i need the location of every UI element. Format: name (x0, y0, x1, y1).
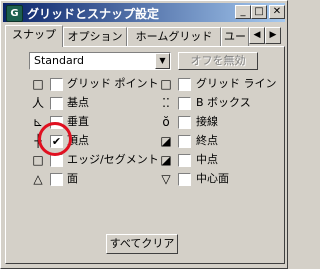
vertex-checkbox[interactable]: ✔ (50, 135, 63, 148)
grid-points-label: グリッド ポイント (67, 77, 159, 90)
center-face-label: 中心面 (196, 172, 229, 185)
pivot-checkbox[interactable] (50, 97, 63, 110)
close-button[interactable]: ✕ (269, 5, 285, 19)
snaps-dialog-window: G グリッドとスナップ設定 _ □ ✕ スナップ オプション ホームグリッド ユ… (0, 0, 288, 269)
window-title: グリッドとスナップ設定 (27, 7, 160, 21)
grid-lines-icon: □ (160, 77, 172, 91)
tab-home-grid[interactable]: ホームグリッド (127, 27, 221, 46)
midpoint-checkbox[interactable] (178, 154, 191, 167)
endpoint-label: 終点 (196, 134, 218, 147)
bounding-box-label: B ボックス (196, 96, 251, 109)
snap-type-select[interactable]: Standard ▼ (29, 52, 171, 70)
tab-scroll-left-icon[interactable]: ◀ (249, 27, 265, 44)
tab-scroll-right-icon[interactable]: ▶ (265, 27, 281, 44)
grid-lines-label: グリッド ライン (196, 77, 277, 90)
app-icon: G (6, 5, 23, 22)
tangent-icon: ŏ (162, 115, 170, 129)
center-face-icon: ▽ (161, 172, 171, 186)
pivot-icon: 人 (31, 96, 44, 110)
tab-user-grids[interactable]: ユー (221, 27, 249, 46)
grid-lines-checkbox[interactable] (178, 78, 191, 91)
tangent-label: 接線 (196, 115, 218, 128)
maximize-button[interactable]: □ (251, 5, 267, 19)
edge-segment-checkbox[interactable] (50, 154, 63, 167)
endpoint-checkbox[interactable] (178, 135, 191, 148)
face-icon: △ (33, 172, 43, 186)
minimize-button[interactable]: _ (235, 5, 251, 19)
vertex-label: 頂点 (67, 134, 89, 147)
snap-type-value: Standard (34, 54, 85, 67)
override-off-button[interactable]: オフを無効 (178, 52, 258, 70)
clear-all-button[interactable]: すべてクリア (106, 234, 178, 254)
perpendicular-icon: ⊾ (32, 115, 44, 129)
face-label: 面 (67, 172, 78, 185)
tab-snaps[interactable]: スナップ (5, 25, 63, 47)
tangent-checkbox[interactable] (178, 116, 191, 129)
vertex-icon: ┼ (34, 134, 42, 148)
midpoint-label: 中点 (196, 153, 218, 166)
grid-points-checkbox[interactable] (50, 78, 63, 91)
midpoint-icon: ◪ (160, 153, 172, 167)
grid-points-icon: □ (32, 77, 44, 91)
chevron-down-icon[interactable]: ▼ (155, 53, 170, 69)
perpendicular-label: 垂直 (67, 115, 89, 128)
perpendicular-checkbox[interactable] (50, 116, 63, 129)
edge-segment-label: エッジ/セグメント (67, 153, 159, 166)
pivot-label: 基点 (67, 96, 89, 109)
tab-options[interactable]: オプション (63, 27, 127, 46)
endpoint-icon: ◪ (160, 134, 172, 148)
bounding-box-icon: ⁚⁚ (162, 96, 170, 110)
bounding-box-checkbox[interactable] (178, 97, 191, 110)
center-face-checkbox[interactable] (178, 173, 191, 186)
face-checkbox[interactable] (50, 173, 63, 186)
edge-segment-icon: □ (32, 153, 44, 167)
title-bar[interactable]: G グリッドとスナップ設定 _ □ ✕ (3, 3, 285, 22)
tab-strip: スナップ オプション ホームグリッド ユー ◀ ▶ (5, 25, 283, 47)
